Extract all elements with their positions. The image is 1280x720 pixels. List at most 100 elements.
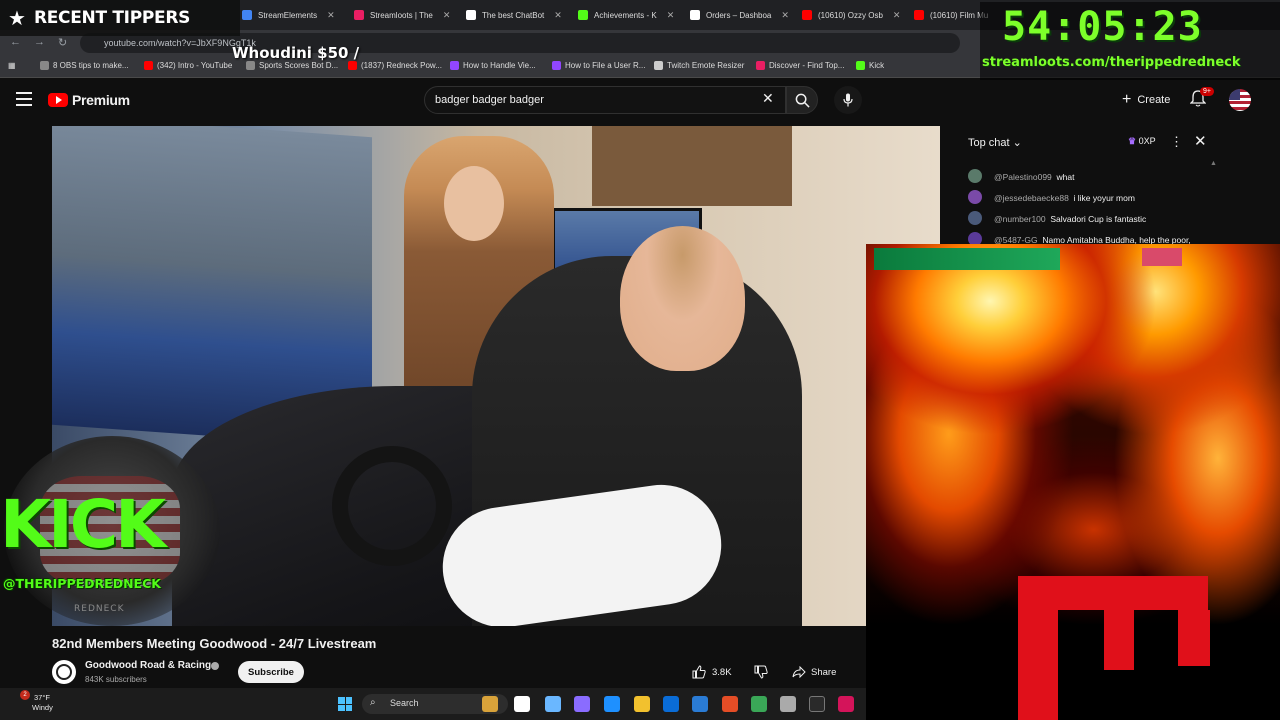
windows-start-icon[interactable]	[338, 697, 352, 711]
bookmark-label: 8 OBS tips to make...	[53, 61, 129, 70]
create-button[interactable]: + Create	[1122, 88, 1170, 112]
close-chat-icon[interactable]: ✕	[1194, 132, 1207, 150]
share-label: Share	[811, 666, 837, 678]
weather-condition: Windy	[32, 703, 53, 712]
taskbar-app-icon[interactable]	[545, 696, 561, 712]
taskbar-app-icon[interactable]	[482, 696, 498, 712]
store-icon[interactable]	[663, 696, 679, 712]
fire-overlay	[866, 244, 1280, 720]
thumbs-up-icon	[692, 665, 706, 679]
bookmark-item[interactable]: How to Handle Vie...	[450, 61, 536, 70]
bookmark-label: How to File a User R...	[565, 61, 646, 70]
obs-icon[interactable]	[722, 696, 738, 712]
weather-temperature: 37°F	[34, 693, 50, 702]
search-input[interactable]: badger badger badger	[424, 86, 786, 114]
kick-handle: @THERIPPEDREDNECK	[3, 576, 161, 591]
chat-avatar[interactable]	[968, 169, 982, 183]
voice-search-button[interactable]	[834, 86, 862, 114]
browser-tab[interactable]: (10610) Film Musi	[908, 4, 988, 26]
share-arrow-icon	[792, 666, 806, 678]
bookmark-item[interactable]: 8 OBS tips to make...	[40, 61, 129, 70]
taskbar-app-icon[interactable]	[514, 696, 530, 712]
plus-icon: +	[1122, 91, 1132, 108]
windows-taskbar: 2 37°F Windy ⌕ Search	[0, 688, 866, 720]
apps-grid-icon[interactable]: ▦	[8, 61, 16, 70]
bookmark-item[interactable]: Twitch Emote Resizer	[654, 61, 744, 70]
channel-avatar[interactable]	[52, 660, 76, 684]
browser-tab[interactable]: The best ChatBot ✕	[460, 4, 572, 26]
clear-search-icon[interactable]: ✕	[762, 90, 774, 107]
back-icon[interactable]: ←	[10, 36, 21, 48]
browser-tab[interactable]: Streamloots | The ✕	[348, 4, 460, 26]
chat-xp-badge[interactable]: ♛ 0XP	[1128, 136, 1156, 147]
menu-icon[interactable]	[16, 92, 32, 106]
chat-mode-dropdown[interactable]: Top chat ⌄	[968, 136, 1022, 149]
bookmark-favicon-icon	[756, 61, 765, 70]
chat-author[interactable]: @jessedebaecke88	[994, 193, 1069, 203]
browser-tab[interactable]: Achievements - K ✕	[572, 4, 684, 26]
bookmark-item[interactable]: Kick	[856, 61, 884, 70]
share-button[interactable]: Share	[792, 661, 836, 683]
thumbs-down-icon	[754, 665, 768, 679]
like-button[interactable]: 3.8K	[692, 661, 732, 683]
account-avatar[interactable]	[1229, 89, 1251, 111]
bookmark-item[interactable]: (1837) Redneck Pow...	[348, 61, 442, 70]
overlay-pink-strip	[1142, 248, 1182, 266]
tab-label: Achievements - K	[594, 10, 657, 20]
chat-avatar[interactable]	[968, 190, 982, 204]
tab-close-icon[interactable]: ✕	[893, 10, 901, 21]
video-cabinet	[592, 126, 792, 206]
taskbar-app-icon[interactable]	[838, 696, 854, 712]
bookmark-item[interactable]: (342) Intro - YouTube	[144, 61, 232, 70]
timer-value: 54:05:23	[1002, 4, 1203, 50]
subscriber-count: 843K subscribers	[85, 675, 147, 684]
youtube-logo[interactable]: Premium	[48, 92, 130, 108]
outlook-icon[interactable]	[692, 696, 708, 712]
chat-scrollbar[interactable]	[1210, 160, 1217, 244]
overlay-green-strip	[874, 248, 1060, 270]
forward-icon[interactable]: →	[34, 36, 45, 48]
bookmark-item[interactable]: Sports Scores Bot D...	[246, 61, 338, 70]
video-presenter-face	[444, 166, 504, 241]
dislike-button[interactable]	[754, 661, 768, 683]
file-explorer-icon[interactable]	[634, 696, 650, 712]
bookmark-favicon-icon	[450, 61, 459, 70]
tab-favicon-icon	[690, 10, 700, 20]
chat-avatar[interactable]	[968, 211, 982, 225]
kick-wordmark: KICK	[0, 486, 166, 563]
reload-icon[interactable]: ↻	[58, 36, 67, 49]
kick-logo-overlay: KICK @THERIPPEDREDNECK REDNECK	[0, 436, 226, 626]
url-field[interactable]: youtube.com/watch?v=JbXF9NGgT1k	[80, 33, 960, 53]
bookmark-item[interactable]: How to File a User R...	[552, 61, 645, 70]
weather-widget[interactable]: 37°F Windy	[18, 693, 53, 713]
bookmark-favicon-icon	[654, 61, 663, 70]
terminal-icon[interactable]	[809, 696, 825, 712]
tab-close-icon[interactable]: ✕	[781, 10, 789, 21]
chat-author[interactable]: @number100	[994, 214, 1046, 224]
kick-logo-subtext: REDNECK	[74, 604, 125, 614]
channel-name[interactable]: Goodwood Road & Racing	[85, 660, 211, 671]
chrome-icon[interactable]	[751, 696, 767, 712]
tab-close-icon[interactable]: ✕	[327, 10, 335, 21]
edge-browser-icon[interactable]	[604, 696, 620, 712]
tab-close-icon[interactable]: ✕	[443, 10, 451, 21]
browser-tab[interactable]: Orders – Dashboa ✕	[684, 4, 796, 26]
search-button[interactable]	[786, 86, 818, 114]
bookmark-label: Kick	[869, 61, 885, 70]
bookmark-item[interactable]: Discover - Find Top...	[756, 61, 844, 70]
chat-message: @number100 Salvadori Cup is fantastic	[964, 208, 1214, 229]
tab-close-icon[interactable]: ✕	[554, 10, 562, 21]
chat-author[interactable]: @Palestino099	[994, 172, 1052, 182]
taskbar-app-icon[interactable]	[574, 696, 590, 712]
tab-favicon-icon	[354, 10, 364, 20]
chat-message-list: @Palestino099 what @jessedebaecke88 i li…	[964, 166, 1214, 246]
more-options-icon[interactable]: ⋮	[1170, 134, 1183, 150]
tab-close-icon[interactable]: ✕	[667, 10, 675, 21]
subscribe-button[interactable]: Subscribe	[238, 661, 304, 683]
taskbar-search-label: Search	[390, 698, 419, 708]
browser-tab[interactable]: StreamElements ✕	[236, 4, 348, 26]
browser-tab[interactable]: (10610) Ozzy Osb ✕	[796, 4, 908, 26]
taskbar-app-icon[interactable]	[780, 696, 796, 712]
chat-xp-value: 0XP	[1138, 136, 1156, 146]
bookmark-label: How to Handle Vie...	[463, 61, 536, 70]
